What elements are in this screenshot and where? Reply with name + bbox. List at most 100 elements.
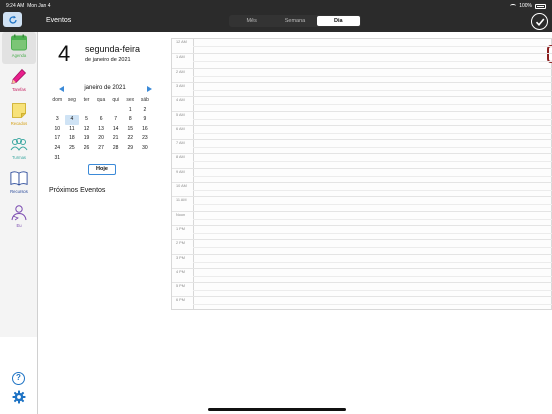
hour-row[interactable]: 2 PM bbox=[172, 239, 552, 253]
today-button[interactable]: Hoje bbox=[88, 164, 116, 175]
sidebar-item-label: Recursos bbox=[10, 189, 28, 194]
calendar-day[interactable]: 6 bbox=[94, 115, 109, 125]
calendar-day[interactable]: 20 bbox=[94, 134, 109, 144]
hour-label: 4 AM bbox=[176, 98, 185, 103]
next-month-icon[interactable] bbox=[147, 86, 152, 92]
hour-row[interactable]: 11 AM bbox=[172, 196, 552, 210]
calendar-day[interactable]: 9 bbox=[138, 115, 153, 125]
hour-row[interactable]: 8 AM bbox=[172, 153, 552, 167]
hour-row[interactable]: 10 AM bbox=[172, 182, 552, 196]
sidebar-item-recursos[interactable]: Recursos bbox=[2, 168, 36, 200]
hour-label: 9 AM bbox=[176, 169, 185, 174]
hour-label: 12 AM bbox=[176, 40, 187, 44]
hour-row[interactable]: 1 PM bbox=[172, 224, 552, 239]
hour-row[interactable]: 6 AM bbox=[172, 124, 552, 139]
calendar-day[interactable]: 5 bbox=[79, 115, 94, 125]
day-view[interactable]: 12 AM 1 AM 2 AM 3 AM 4 AM 5 AM 6 AM 7 AM 8 AM 9 A… bbox=[171, 38, 552, 310]
calendar-empty-cell bbox=[94, 154, 109, 164]
tab-day[interactable]: Dia bbox=[316, 16, 360, 26]
calendar-day[interactable]: 11 bbox=[65, 125, 80, 135]
calendar-day[interactable]: 3 bbox=[50, 115, 65, 125]
help-button[interactable]: ? bbox=[12, 372, 25, 385]
sidebar-item-tarefas[interactable]: Tarefas bbox=[2, 66, 36, 98]
calendar-day[interactable]: 1 bbox=[123, 106, 138, 116]
calendar-day[interactable]: 19 bbox=[79, 134, 94, 144]
refresh-icon bbox=[8, 15, 17, 24]
calendar-day[interactable]: 25 bbox=[65, 144, 80, 154]
hour-row[interactable]: 3 AM bbox=[172, 81, 552, 96]
mini-calendar: janeiro de 2021 dom seg ter qua qui sex sáb 1 2 3… bbox=[50, 84, 160, 163]
status-bar: 9:24 AM Mon Jan 4 100% bbox=[0, 0, 552, 11]
calendar-empty-cell bbox=[79, 106, 94, 116]
hour-row[interactable]: 4 PM bbox=[172, 267, 552, 282]
hour-row[interactable]: 4 AM bbox=[172, 96, 552, 110]
calendar-day[interactable]: 21 bbox=[108, 134, 123, 144]
sidebar-item-turmas[interactable]: Turmas bbox=[2, 134, 36, 166]
calendar-day[interactable]: 27 bbox=[94, 144, 109, 154]
home-indicator[interactable] bbox=[208, 408, 346, 411]
hour-label: 5 AM bbox=[176, 112, 185, 117]
top-bar: Eventos Mês Semana Dia bbox=[0, 11, 552, 32]
wifi-icon bbox=[510, 4, 517, 8]
calendar-day[interactable]: 13 bbox=[94, 125, 109, 135]
page-title: Eventos bbox=[46, 17, 72, 24]
hour-row[interactable]: 6 PM bbox=[172, 296, 552, 310]
calendar-day[interactable]: 18 bbox=[65, 134, 80, 144]
calendar-day[interactable]: 29 bbox=[123, 144, 138, 154]
calendar-day[interactable]: 12 bbox=[79, 125, 94, 135]
calendar-day[interactable]: 22 bbox=[123, 134, 138, 144]
half-hour-line bbox=[193, 204, 552, 206]
calendar-day[interactable]: 14 bbox=[108, 125, 123, 135]
half-hour-line bbox=[193, 46, 552, 47]
tab-week[interactable]: Semana bbox=[273, 16, 316, 26]
sidebar-item-label: Eu bbox=[16, 223, 22, 228]
hour-row[interactable]: 5 AM bbox=[172, 110, 552, 125]
calendar-day[interactable]: 16 bbox=[138, 125, 153, 135]
refresh-button[interactable] bbox=[3, 12, 22, 27]
hour-label: 6 PM bbox=[176, 298, 185, 303]
selected-day-number: 4 bbox=[58, 41, 71, 66]
calendar-header: janeiro de 2021 bbox=[50, 84, 160, 95]
hour-label: Noon bbox=[176, 212, 186, 217]
calendar-day[interactable]: 23 bbox=[138, 134, 153, 144]
half-hour-line bbox=[193, 175, 552, 177]
calendar-day[interactable]: 8 bbox=[123, 115, 138, 125]
half-hour-line bbox=[193, 275, 552, 277]
tab-month[interactable]: Mês bbox=[230, 16, 273, 26]
calendar-day[interactable]: 7 bbox=[108, 115, 123, 125]
calendar-day[interactable]: 4 bbox=[64, 115, 80, 125]
calendar-day[interactable]: 31 bbox=[50, 154, 65, 164]
hour-row[interactable]: Noon bbox=[172, 210, 552, 225]
half-hour-line bbox=[193, 104, 552, 106]
weekday-header: seg bbox=[67, 97, 76, 103]
hour-row[interactable]: 1 AM bbox=[172, 53, 552, 67]
hour-label: 10 AM bbox=[176, 184, 187, 188]
calendar-day[interactable]: 28 bbox=[108, 144, 123, 154]
calendar-day[interactable]: 2 bbox=[138, 106, 153, 116]
sidebar-item-agenda[interactable]: Agenda bbox=[2, 32, 36, 64]
view-segmented-control: Mês Semana Dia bbox=[229, 15, 361, 27]
done-button[interactable] bbox=[531, 13, 548, 30]
hour-row[interactable]: 2 AM bbox=[172, 67, 552, 82]
calendar-day[interactable]: 10 bbox=[50, 125, 65, 135]
settings-button[interactable] bbox=[11, 389, 26, 404]
checkmark-icon bbox=[535, 17, 544, 26]
hour-row[interactable]: 9 AM bbox=[172, 167, 552, 182]
hour-row[interactable]: 7 AM bbox=[172, 139, 552, 153]
sidebar-item-recados[interactable]: Recados bbox=[2, 100, 36, 132]
sidebar-item-eu[interactable]: Eu bbox=[2, 202, 36, 234]
calendar-day[interactable]: 30 bbox=[138, 144, 153, 154]
half-hour-line bbox=[193, 75, 552, 77]
hour-label: 3 PM bbox=[176, 255, 185, 260]
sidebar-item-label: Tarefas bbox=[12, 87, 26, 92]
calendar-day[interactable]: 17 bbox=[50, 134, 65, 144]
calendar-day[interactable]: 26 bbox=[79, 144, 94, 154]
calendar-day[interactable]: 24 bbox=[50, 144, 65, 154]
hour-label: 3 AM bbox=[176, 83, 185, 88]
question-icon: ? bbox=[16, 373, 21, 382]
half-hour-line bbox=[193, 290, 552, 292]
calendar-day[interactable]: 15 bbox=[123, 125, 138, 135]
hour-row[interactable]: 5 PM bbox=[172, 282, 552, 296]
hour-row[interactable]: 12 AM bbox=[172, 39, 552, 53]
hour-row[interactable]: 3 PM bbox=[172, 253, 552, 268]
